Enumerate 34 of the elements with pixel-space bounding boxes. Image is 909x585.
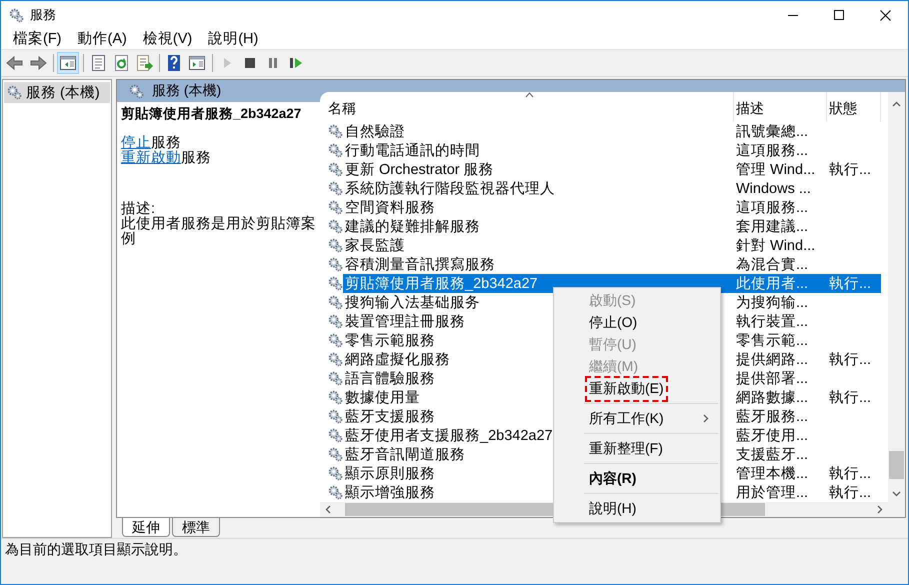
service-description: 提供網路... <box>736 351 808 369</box>
service-description: 支援藍牙... <box>736 446 808 464</box>
service-description: 為混合實... <box>736 256 808 274</box>
pane-header: 服務 (本機) <box>152 82 222 100</box>
description-text: 此使用者服務是用於剪貼簿案例 <box>121 217 316 247</box>
service-description: 管理 Wind... <box>736 161 816 179</box>
service-description: 用於管理... <box>736 484 808 502</box>
status-text: 為目前的選取項目顯示說明。 <box>5 540 187 558</box>
action-text: 重新啟動服務 <box>121 151 212 166</box>
service-status: 執行... <box>829 351 872 369</box>
service-description: 這項服務... <box>736 142 808 160</box>
service-description: 藍牙使用... <box>736 427 808 445</box>
service-description: 網路數據... <box>736 389 808 407</box>
service-description: 執行裝置... <box>736 313 808 331</box>
service-description: 零售示範... <box>736 332 808 350</box>
action-text: 停止服務 <box>121 136 182 151</box>
service-description: 提供部署... <box>736 370 808 388</box>
service-description: 管理本機... <box>736 465 808 483</box>
service-description: Windows ... <box>736 180 811 196</box>
service-status: 執行... <box>829 484 872 502</box>
service-description: 針對 Wind... <box>736 237 816 255</box>
description-label: 描述: <box>121 202 156 217</box>
window-title: 服務 <box>30 6 56 24</box>
service-description: 藍牙服務... <box>736 408 808 426</box>
service-status: 執行... <box>829 275 872 293</box>
service-description: 訊號彙總... <box>736 123 808 141</box>
service-description: 套用建議... <box>736 218 808 236</box>
service-status: 執行... <box>829 161 872 179</box>
service-status: 執行... <box>829 465 872 483</box>
service-status: 執行... <box>829 389 872 407</box>
service-description: 此使用者... <box>736 275 808 293</box>
service-title: 剪貼簿使用者服務_2b342a27 <box>121 106 302 121</box>
service-description: 为搜狗输... <box>736 294 808 312</box>
service-description: 這項服務... <box>736 198 808 217</box>
